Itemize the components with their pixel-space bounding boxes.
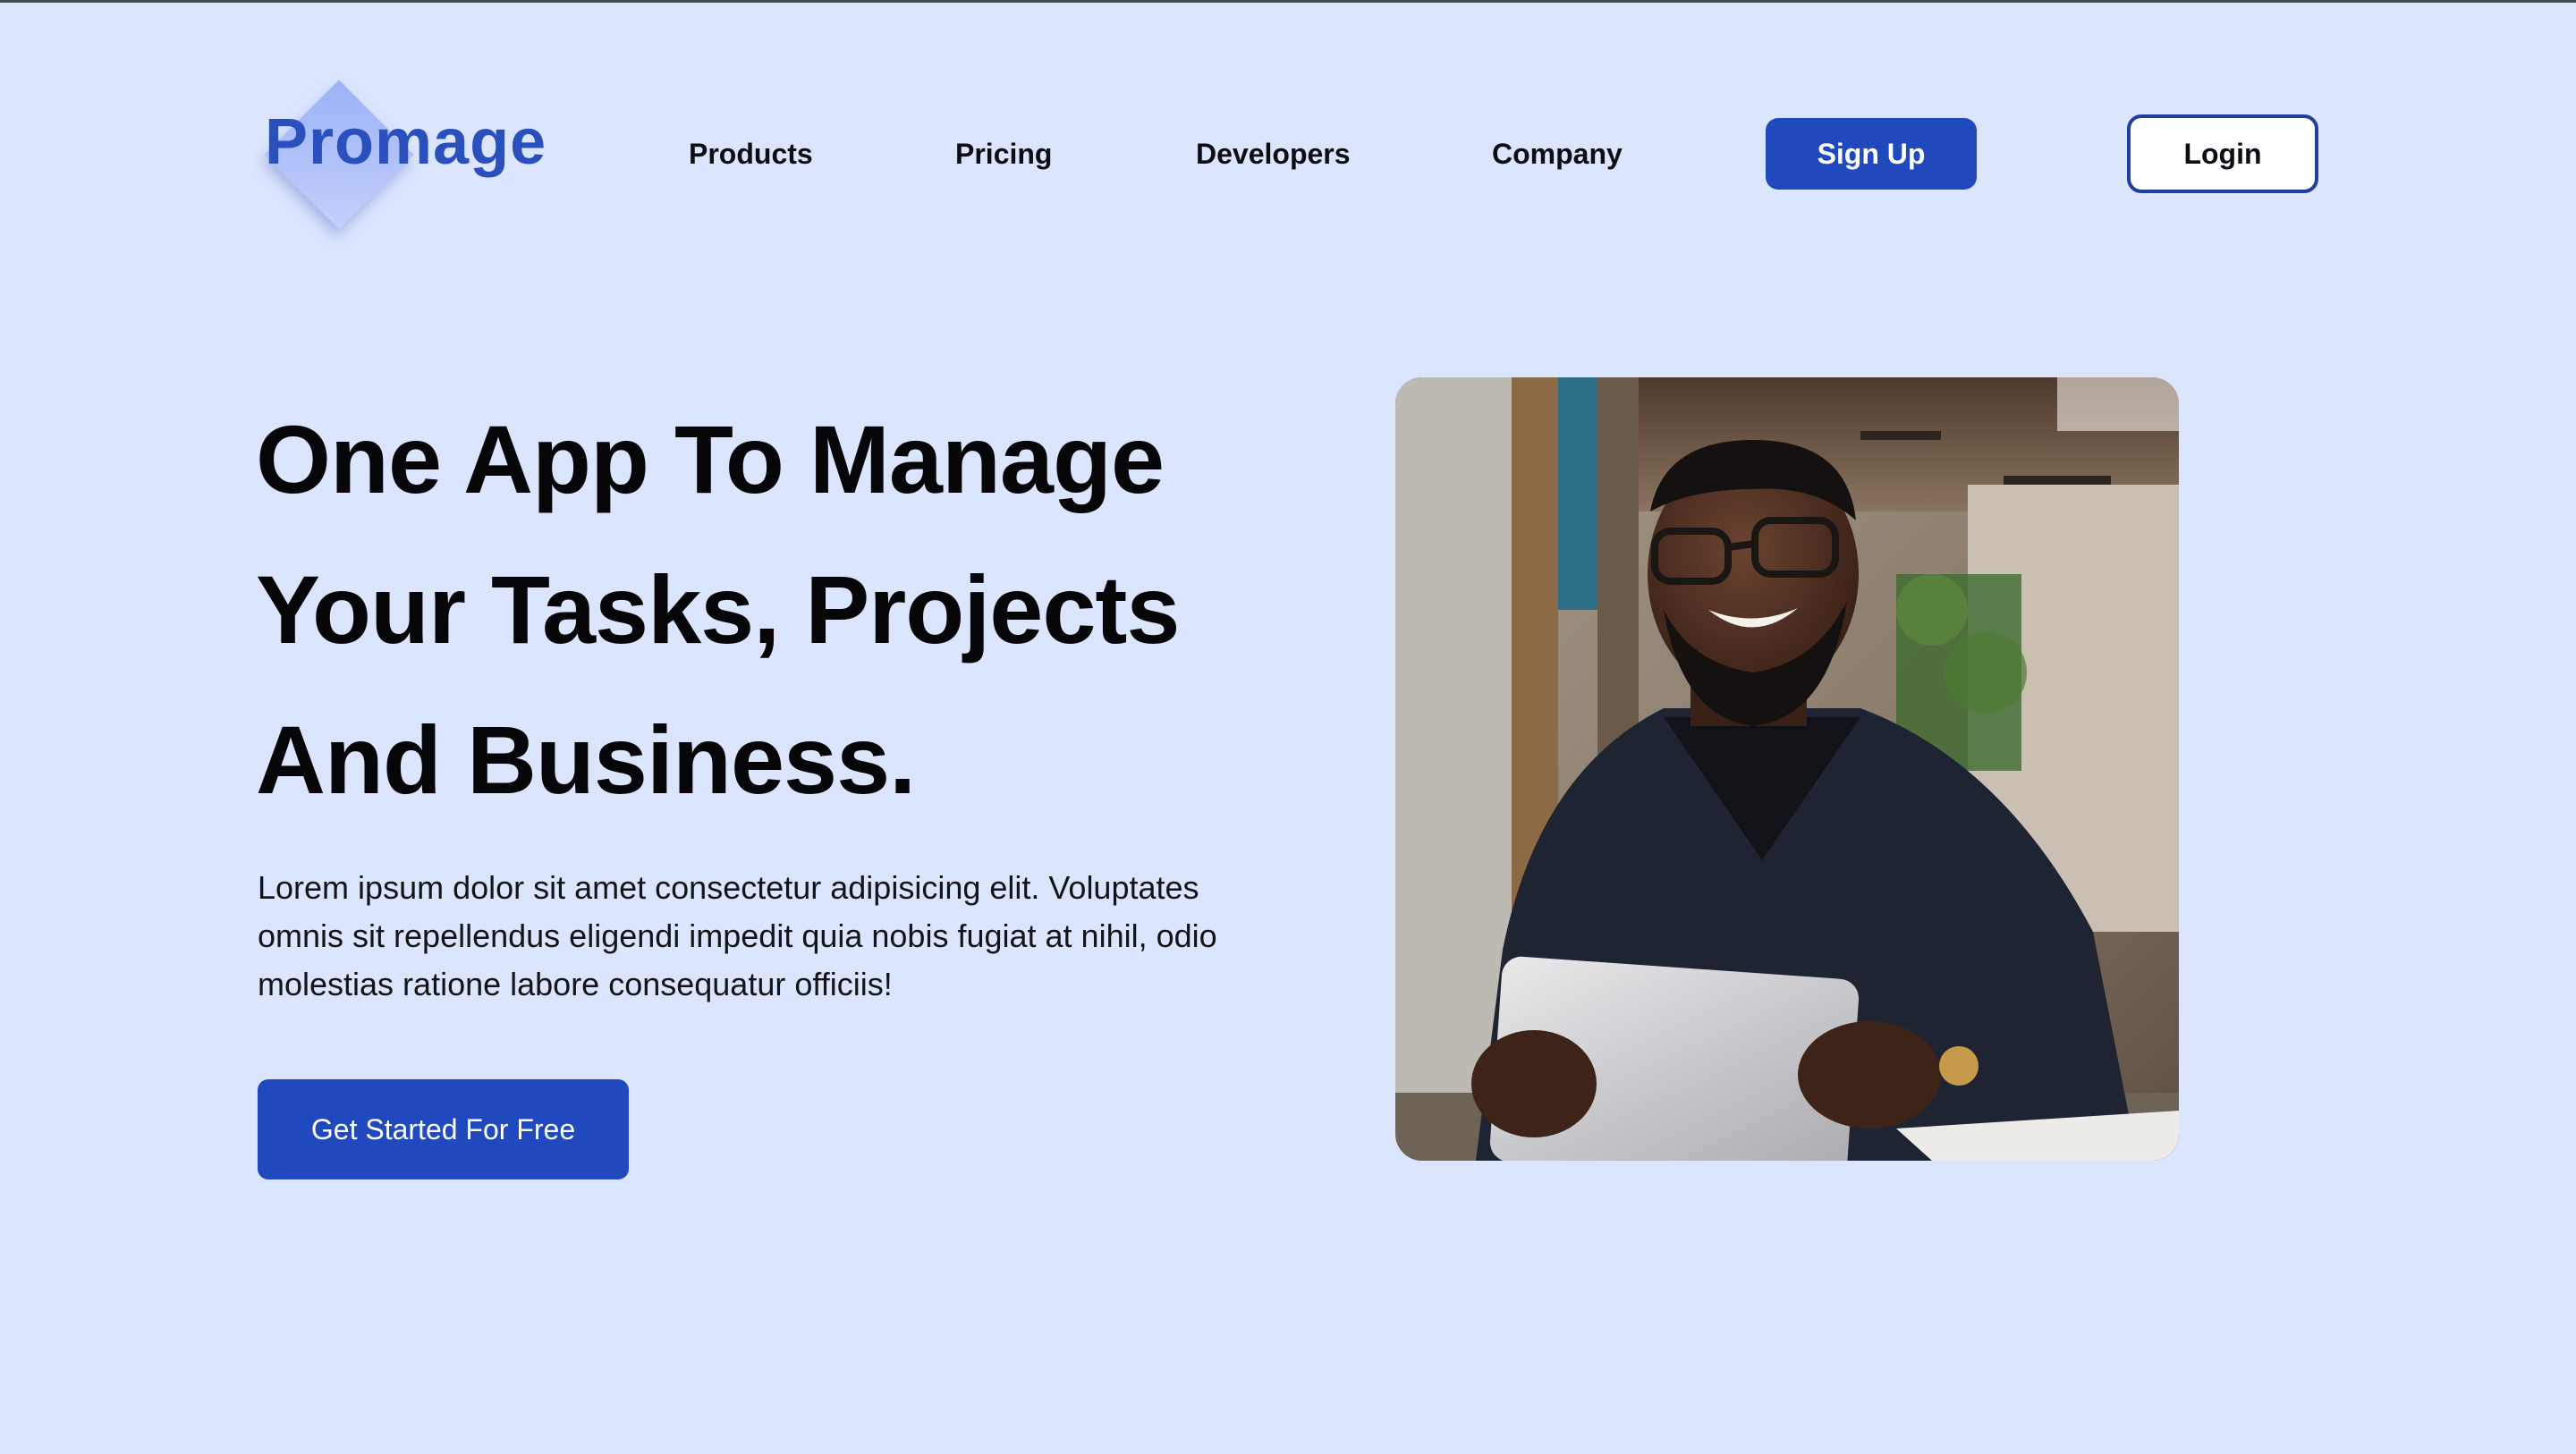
brand-logo[interactable]: Promage <box>264 75 569 230</box>
hero-title-line-3: And Business. <box>256 706 916 814</box>
hero-photo <box>1395 377 2179 1161</box>
login-button[interactable]: Login <box>2127 114 2318 193</box>
hero-title: One App To Manage Your Tasks, Projects A… <box>256 385 1311 835</box>
hero-title-line-2: Your Tasks, Projects <box>256 555 1180 664</box>
man-with-tablet-illustration <box>1395 377 2179 1161</box>
hero-description: Lorem ipsum dolor sit amet consectetur a… <box>258 869 1217 1002</box>
hero-title-line-1: One App To Manage <box>256 405 1165 513</box>
nav-link-products[interactable]: Products <box>689 132 813 175</box>
nav-link-company[interactable]: Company <box>1492 132 1623 175</box>
nav-link-pricing[interactable]: Pricing <box>955 132 1052 175</box>
landing-page: Promage Products Pricing Developers Comp… <box>0 0 2576 1454</box>
nav-link-developers[interactable]: Developers <box>1196 132 1351 175</box>
brand-name: Promage <box>265 106 547 178</box>
top-border <box>0 0 2576 3</box>
sign-up-button[interactable]: Sign Up <box>1766 118 1977 190</box>
get-started-button[interactable]: Get Started For Free <box>258 1079 629 1179</box>
